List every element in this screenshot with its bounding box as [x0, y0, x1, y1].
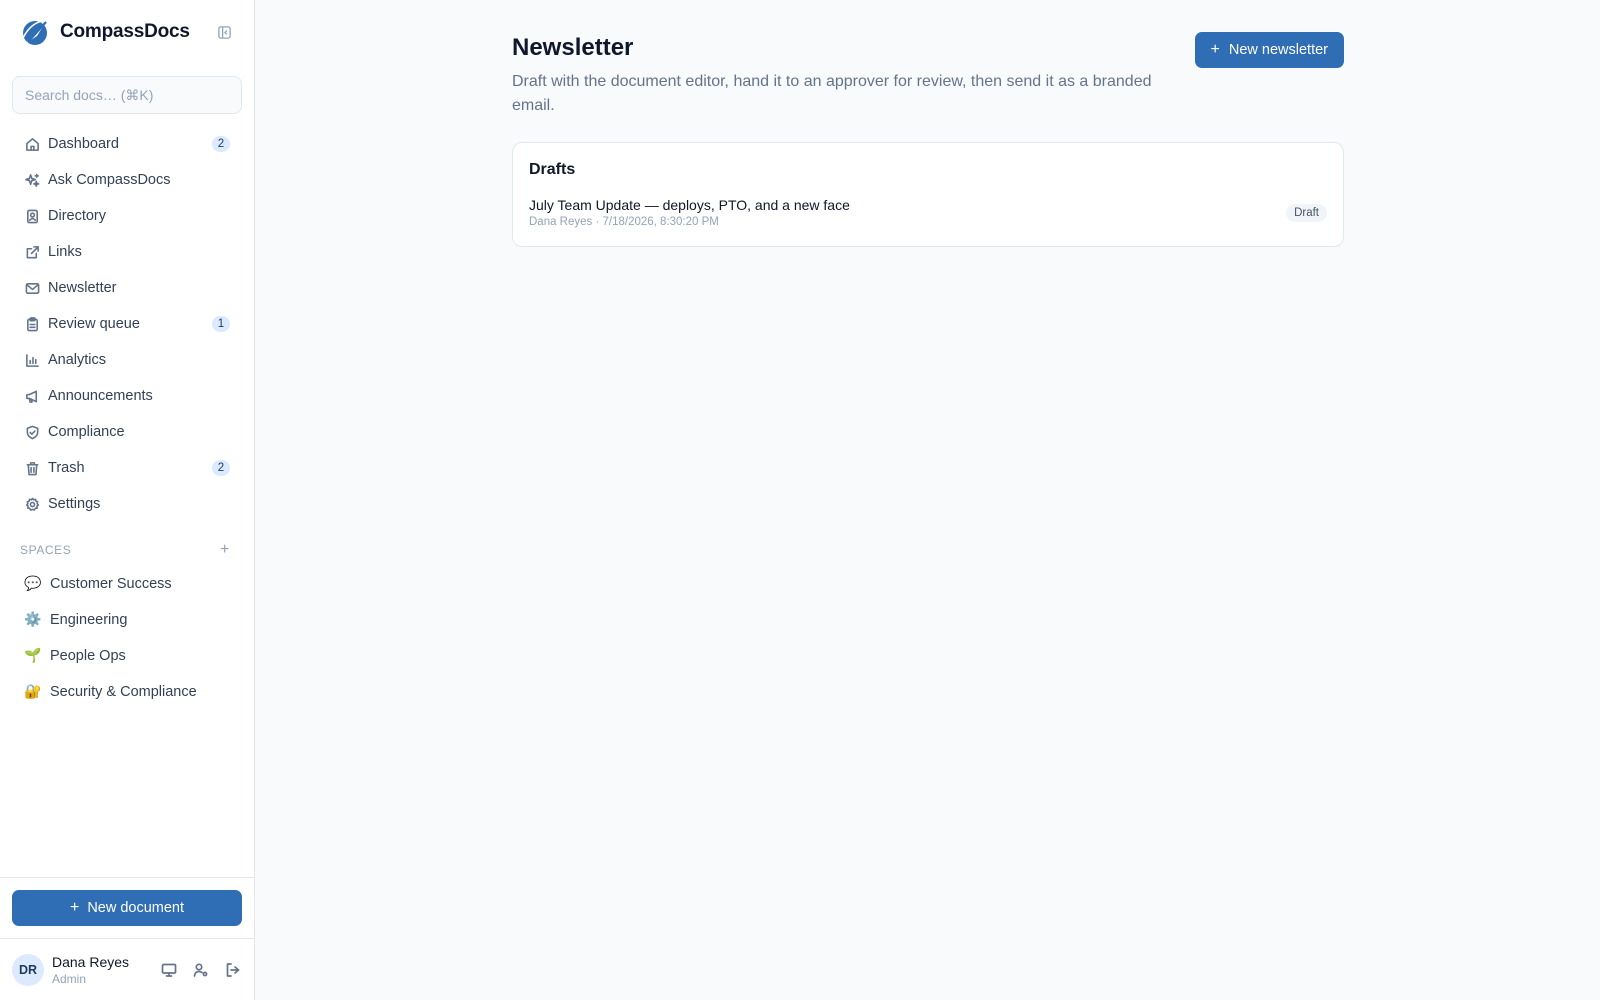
bar-chart-icon: [24, 352, 40, 368]
trash-icon: [24, 460, 40, 476]
space-item-customer-success[interactable]: 💬 Customer Success: [12, 566, 242, 602]
nav-item-links[interactable]: Links: [12, 234, 242, 270]
nav-item-review-queue[interactable]: Review queue 1: [12, 306, 242, 342]
drafts-card: Drafts July Team Update — deploys, PTO, …: [512, 142, 1344, 247]
new-document-label: New document: [87, 900, 185, 916]
nav-label: Newsletter: [48, 280, 117, 296]
user-settings-icon[interactable]: [192, 961, 210, 979]
nav-item-trash[interactable]: Trash 2: [12, 450, 242, 486]
user-name: Dana Reyes: [52, 953, 130, 970]
nav-label: Review queue: [48, 316, 140, 332]
count-badge: 1: [212, 316, 230, 332]
mail-icon: [24, 280, 40, 296]
home-icon: [24, 136, 40, 152]
page-header: Newsletter Draft with the document edito…: [512, 32, 1344, 118]
nav-item-directory[interactable]: Directory: [12, 198, 242, 234]
avatar[interactable]: DR: [12, 953, 44, 986]
main-content: Newsletter Draft with the document edito…: [255, 0, 1600, 1000]
brand-name: CompassDocs: [60, 21, 190, 42]
new-newsletter-button[interactable]: + New newsletter: [1194, 32, 1344, 68]
nav-item-announcements[interactable]: Announcements: [12, 378, 242, 414]
new-newsletter-label: New newsletter: [1228, 42, 1328, 58]
shield-check-icon: [24, 424, 40, 440]
nav-label: Settings: [48, 496, 101, 512]
external-link-icon: [24, 244, 40, 260]
gear-icon: [24, 496, 40, 512]
nav-label: Dashboard: [48, 136, 119, 152]
nav-label: Links: [48, 244, 82, 260]
nav-item-compliance[interactable]: Compliance: [12, 414, 242, 450]
new-document-button[interactable]: + New document: [12, 890, 242, 926]
space-label: People Ops: [50, 648, 126, 664]
search-input[interactable]: [12, 76, 242, 114]
add-space-button[interactable]: +: [220, 541, 230, 559]
nav-label: Analytics: [48, 352, 107, 368]
sidebar-footer: + New document: [0, 877, 254, 938]
plus-icon: +: [1210, 41, 1220, 58]
nav-item-settings[interactable]: Settings: [12, 486, 242, 522]
nav-item-ask-compassdocs[interactable]: Ask CompassDocs: [12, 162, 242, 198]
drafts-heading: Drafts: [529, 161, 576, 178]
count-badge: 2: [212, 460, 230, 476]
plus-icon: +: [69, 899, 80, 916]
draft-title: July Team Update — deploys, PTO, and a n…: [529, 197, 850, 213]
contact-book-icon: [24, 208, 40, 224]
user-panel: DR Dana Reyes Admin: [0, 938, 254, 1000]
nav-label: Announcements: [48, 388, 153, 404]
logout-icon[interactable]: [224, 961, 242, 979]
clipboard-icon: [24, 316, 40, 332]
nav-label: Ask CompassDocs: [48, 172, 171, 188]
nav-item-newsletter[interactable]: Newsletter: [12, 270, 242, 306]
space-label: Security & Compliance: [50, 684, 197, 700]
nav-item-analytics[interactable]: Analytics: [12, 342, 242, 378]
nav-label: Directory: [48, 208, 107, 224]
nav-label: Compliance: [48, 424, 125, 440]
nav-item-dashboard[interactable]: Dashboard 2: [12, 126, 242, 162]
page-subtitle: Draft with the document editor, hand it …: [512, 73, 1152, 114]
draft-meta: Dana Reyes · 7/18/2026, 8:30:20 PM: [529, 216, 719, 228]
space-item-security-compliance[interactable]: 🔐 Security & Compliance: [12, 674, 242, 710]
page-title: Newsletter: [512, 34, 634, 61]
brand: CompassDocs: [0, 0, 254, 64]
space-label: Customer Success: [50, 576, 172, 592]
seedling-icon: 🌱: [24, 648, 42, 664]
spaces-heading-label: SPACES: [20, 543, 72, 557]
space-label: Engineering: [50, 612, 128, 628]
gear-emoji-icon: ⚙️: [24, 612, 42, 628]
main-nav: Dashboard 2 Ask CompassDocs Directory Li…: [0, 122, 254, 522]
megaphone-icon: [24, 388, 40, 404]
spaces-heading: SPACES +: [0, 540, 254, 560]
nav-label: Trash: [48, 460, 85, 476]
monitor-icon[interactable]: [160, 961, 178, 979]
count-badge: 2: [212, 136, 230, 152]
sidebar: CompassDocs Dashboard 2 Ask CompassDocs: [0, 0, 255, 1000]
speech-bubble-icon: 💬: [24, 576, 42, 592]
status-badge: Draft: [1286, 203, 1327, 222]
user-role: Admin: [52, 971, 87, 986]
compass-logo-icon: [22, 20, 47, 45]
collapse-sidebar-icon[interactable]: [214, 22, 234, 42]
spaces-list: 💬 Customer Success ⚙️ Engineering 🌱 Peop…: [0, 560, 254, 710]
space-item-engineering[interactable]: ⚙️ Engineering: [12, 602, 242, 638]
lock-key-icon: 🔐: [24, 684, 42, 700]
space-item-people-ops[interactable]: 🌱 People Ops: [12, 638, 242, 674]
draft-list-item[interactable]: July Team Update — deploys, PTO, and a n…: [529, 197, 1327, 228]
sparkles-icon: [24, 172, 40, 188]
